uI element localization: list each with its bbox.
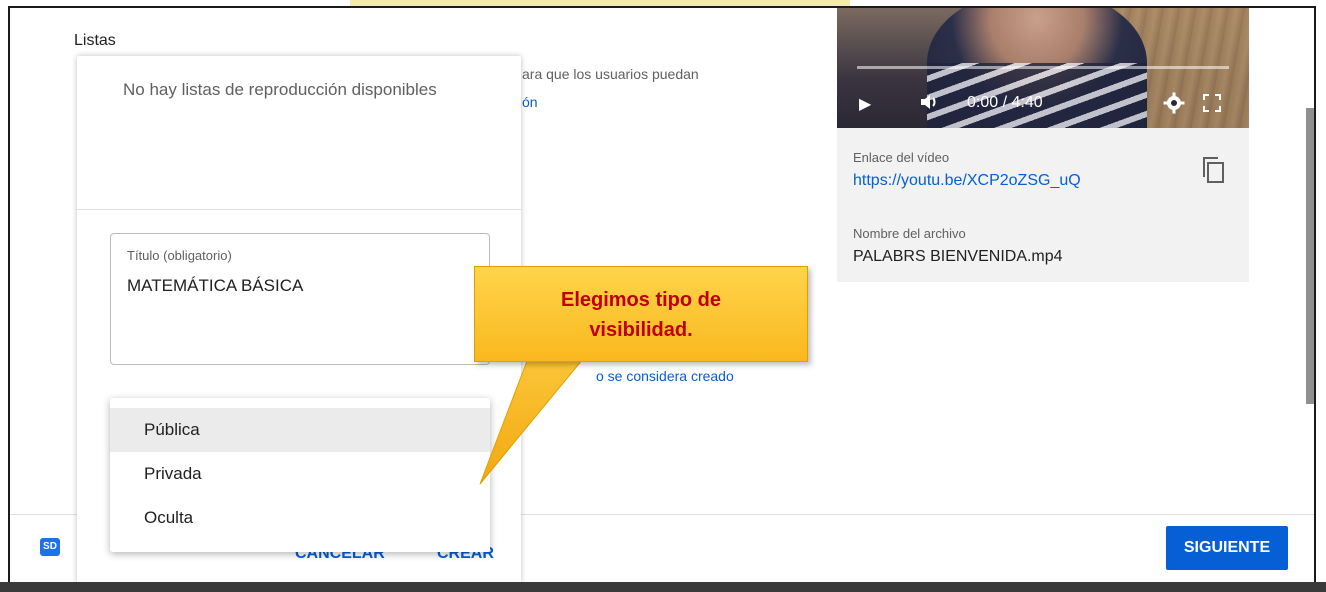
callout-line-2: visibilidad.	[589, 319, 693, 341]
upload-dialog: Listas ara que los usuarios puedan ón o …	[8, 6, 1316, 585]
video-time: 0:00 / 4:40	[967, 94, 1043, 111]
volume-icon[interactable]	[919, 92, 941, 117]
callout-pointer	[479, 348, 593, 485]
scrollbar[interactable]	[1306, 108, 1314, 404]
visibility-option-publica[interactable]: Pública	[110, 408, 490, 452]
title-field-label: Título (obligatorio)	[127, 248, 232, 263]
video-player[interactable]: ▶ 0:00 / 4:40	[837, 8, 1249, 128]
video-link-label: Enlace del vídeo	[853, 150, 950, 165]
background-description: ara que los usuarios puedan	[522, 66, 699, 82]
callout-line-1: Elegimos tipo de	[560, 289, 722, 311]
fullscreen-icon[interactable]	[1203, 94, 1221, 117]
annotation-callout: Elegimos tipo de visibilidad.	[474, 266, 808, 362]
play-icon[interactable]: ▶	[859, 94, 871, 114]
sd-badge: SD	[40, 538, 60, 556]
title-field-value[interactable]: MATEMÁTICA BÁSICA	[127, 276, 303, 296]
file-name-label: Nombre del archivo	[853, 226, 966, 241]
playlist-title-field[interactable]: Título (obligatorio) MATEMÁTICA BÁSICA	[110, 233, 490, 365]
section-label-listas: Listas	[74, 32, 116, 49]
bottom-edge	[0, 582, 1326, 592]
video-preview-card: ▶ 0:00 / 4:40 Enlace del vídeo https://y…	[837, 8, 1249, 282]
visibility-dropdown[interactable]: Pública Privada Oculta	[110, 398, 490, 552]
visibility-option-oculta[interactable]: Oculta	[110, 496, 490, 540]
panel-divider	[77, 209, 521, 210]
empty-playlists-message: No hay listas de reproducción disponible…	[123, 80, 437, 99]
copy-icon[interactable]	[1201, 156, 1225, 184]
video-link[interactable]: https://youtu.be/XCP2oZSG_uQ	[853, 172, 1081, 190]
background-link-created[interactable]: o se considera creado	[596, 368, 734, 384]
video-progress-bar[interactable]	[857, 66, 1229, 69]
next-button[interactable]: SIGUIENTE	[1166, 526, 1288, 570]
background-link[interactable]: ón	[522, 94, 538, 110]
visibility-option-privada[interactable]: Privada	[110, 452, 490, 496]
settings-icon[interactable]	[1163, 92, 1185, 119]
file-name: PALABRS BIENVENIDA.mp4	[853, 248, 1063, 265]
